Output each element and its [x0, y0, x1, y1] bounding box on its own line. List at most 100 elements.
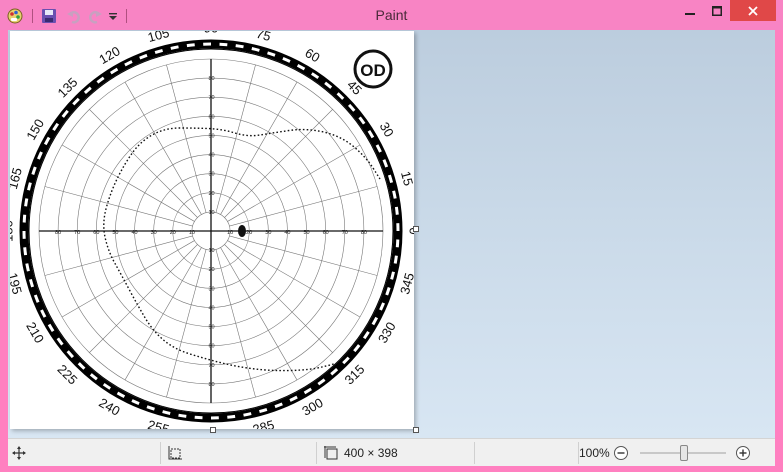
radial-label: 60 [323, 230, 329, 236]
radial-label: 70 [208, 363, 214, 369]
degree-label: 285 [251, 417, 276, 429]
grid-radial [224, 109, 333, 218]
radial-label: 10 [227, 230, 233, 236]
radial-label: 50 [112, 230, 118, 236]
radial-label: 30 [208, 286, 214, 292]
title-bar: Paint [0, 0, 783, 30]
radial-label: 60 [208, 114, 214, 120]
ring-tick [186, 43, 195, 48]
radial-label: 80 [55, 230, 61, 236]
radial-label: 30 [151, 230, 157, 236]
degree-label: 180 [10, 220, 16, 242]
grid-radial [166, 64, 207, 213]
radial-label: 40 [208, 305, 214, 311]
radial-label: 80 [208, 382, 214, 388]
degree-label: 75 [255, 31, 273, 44]
grid-radial [227, 144, 361, 222]
ring-tick [390, 271, 395, 280]
radial-label: 30 [265, 230, 271, 236]
maximize-button[interactable] [704, 0, 730, 22]
ring-tick [235, 44, 244, 49]
zoom-slider[interactable] [640, 439, 726, 467]
window-title: Paint [375, 7, 408, 23]
radial-label: 40 [208, 153, 214, 159]
selection-size [168, 439, 182, 467]
grid-radial [61, 144, 195, 222]
radial-label: 80 [208, 76, 214, 82]
zoom-slider-thumb[interactable] [680, 445, 688, 461]
visual-field-chart: 10 10 10 10 20 20 20 20 30 30 30 30 40 40 40 40 50 50 50 50… [8, 30, 422, 438]
radial-label: 70 [74, 230, 80, 236]
ring-tick [22, 214, 27, 223]
maximize-icon [712, 6, 722, 16]
canvas-workspace[interactable]: 10 10 10 10 20 20 20 20 30 30 30 30 40 40 40 40 50 50 50 50… [8, 30, 775, 438]
radial-label: 50 [208, 325, 214, 331]
radial-label: 70 [208, 95, 214, 101]
ring-tick [392, 190, 397, 199]
selection-size-icon [168, 446, 182, 460]
grid-radial [44, 235, 193, 276]
blind-spot [238, 225, 246, 237]
resize-handle-bottom[interactable] [210, 427, 216, 433]
status-separator [160, 442, 161, 464]
ring-tick [178, 413, 187, 418]
degree-labels: 0153045607590105120135150165180195210225… [8, 30, 422, 438]
window-frame-bottom [0, 466, 783, 472]
polar-grid [38, 58, 384, 404]
zoom-out-icon [614, 446, 628, 460]
radial-label: 20 [246, 230, 252, 236]
degree-label: 60 [302, 45, 322, 65]
ring-tick [162, 410, 171, 415]
grid-radial [61, 240, 195, 318]
radial-label: 30 [208, 172, 214, 178]
radial-label: 40 [131, 230, 137, 236]
radial-label: 20 [208, 191, 214, 197]
grid-radial [220, 247, 298, 381]
degree-label: 195 [10, 271, 25, 296]
ring-tick [243, 412, 252, 417]
radial-label: 20 [170, 230, 176, 236]
degree-label: 165 [10, 166, 25, 191]
eye-label: OD [360, 61, 386, 80]
radial-label: 20 [208, 267, 214, 273]
grid-radial [89, 109, 198, 218]
close-button[interactable] [730, 0, 776, 21]
ring-tick [227, 414, 236, 419]
radial-label: 60 [93, 230, 99, 236]
grid-radial [227, 240, 361, 318]
resize-handle-corner[interactable] [413, 427, 419, 433]
degree-label: 90 [204, 31, 218, 36]
ring-tick [251, 47, 260, 52]
image-canvas[interactable]: 10 10 10 10 20 20 20 20 30 30 30 30 40 40 40 40 50 50 50 50… [8, 30, 422, 438]
ring-tick [393, 255, 398, 264]
zoom-out-button[interactable] [613, 439, 629, 467]
status-bar: 400 × 398 100% [8, 438, 775, 467]
image-size: 400 × 398 [324, 439, 398, 467]
zoom-percent: 100% [579, 446, 610, 460]
ring-tick [219, 42, 228, 47]
grid-radial [229, 186, 378, 227]
radial-label: 60 [208, 344, 214, 350]
grid-radial [89, 244, 198, 353]
radial-label: 40 [284, 230, 290, 236]
degree-label: 255 [146, 417, 171, 429]
visual-field-boundary [103, 127, 381, 372]
minimize-button[interactable] [677, 0, 703, 22]
resize-handle-right[interactable] [413, 226, 419, 232]
zoom-in-button[interactable] [735, 439, 751, 467]
grid-radial [124, 247, 202, 381]
grid-radial [229, 235, 378, 276]
grid-radial [215, 64, 256, 213]
grid-radial [220, 81, 298, 215]
cursor-position [12, 439, 26, 467]
radial-label: 10 [208, 210, 214, 216]
degree-label: 30 [377, 119, 397, 139]
ring-tick [395, 239, 400, 248]
radial-label: 10 [189, 230, 195, 236]
grid-radial [215, 249, 256, 398]
image-size-text: 400 × 398 [344, 446, 398, 460]
radial-label: 50 [208, 133, 214, 139]
close-icon [748, 5, 758, 16]
degree-label: 15 [398, 170, 414, 188]
degree-label: 345 [397, 271, 414, 296]
